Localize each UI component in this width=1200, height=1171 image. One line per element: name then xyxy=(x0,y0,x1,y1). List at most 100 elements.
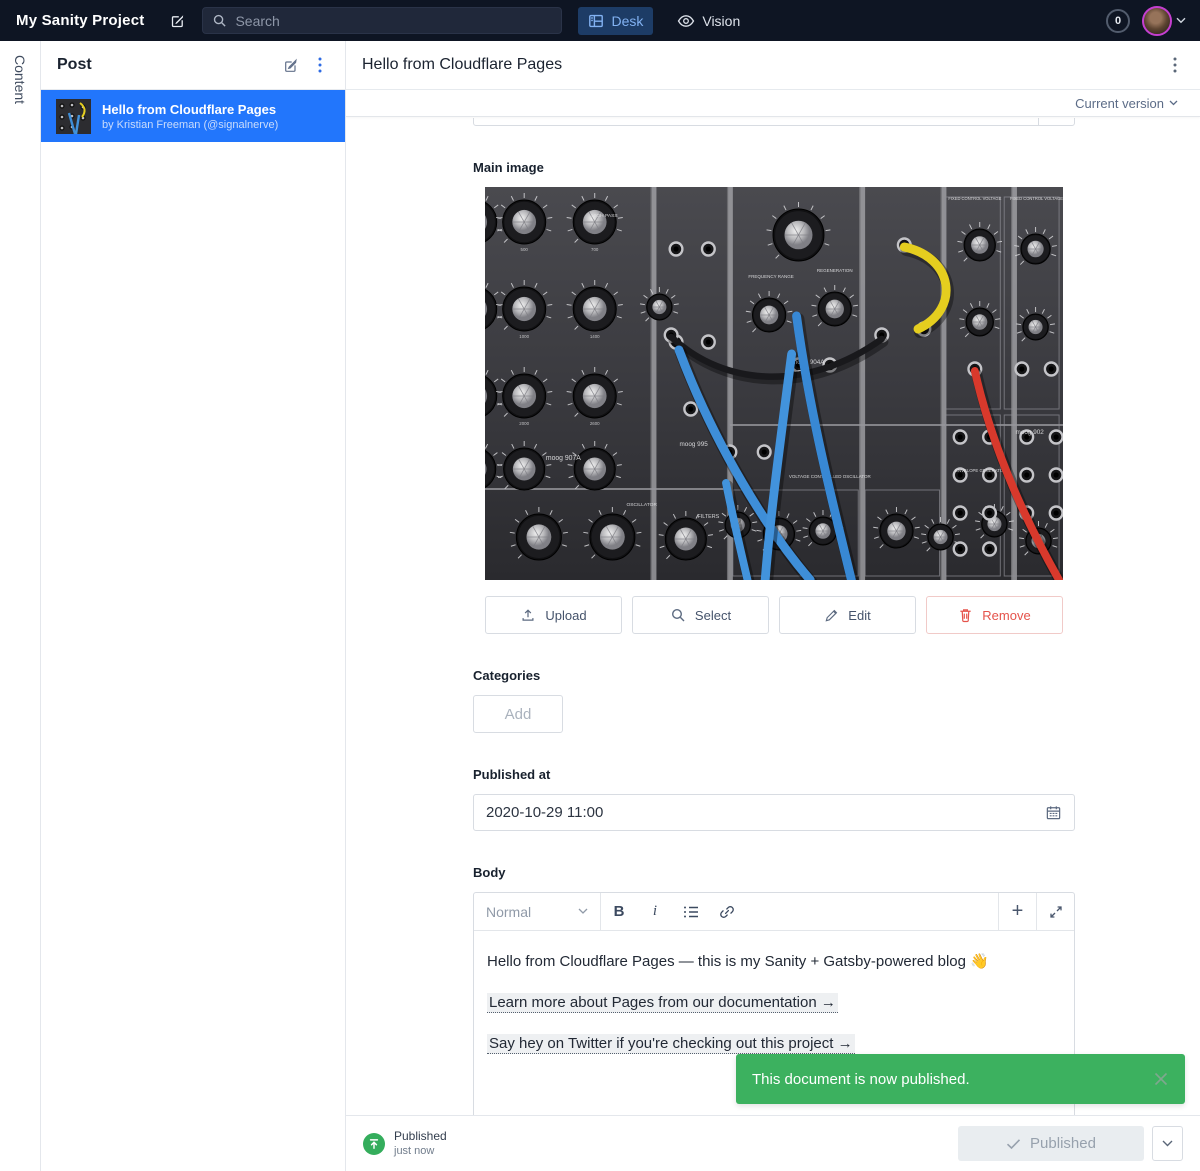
edit-label: Edit xyxy=(848,608,870,623)
svg-text:500: 500 xyxy=(521,247,529,252)
style-select-value: Normal xyxy=(486,904,570,920)
publish-status-title: Published xyxy=(394,1129,447,1144)
svg-text:REGENERATION: REGENERATION xyxy=(817,268,853,273)
expand-icon xyxy=(1049,905,1063,919)
upload-button[interactable]: Upload xyxy=(485,596,622,634)
svg-text:FIXED CONTROL VOLTAGE: FIXED CONTROL VOLTAGE xyxy=(948,196,1001,201)
new-document-button[interactable] xyxy=(162,6,192,36)
chevron-down-icon xyxy=(578,908,588,915)
svg-text:700: 700 xyxy=(591,247,599,252)
svg-text:2000: 2000 xyxy=(519,421,529,426)
svg-text:HIGH PASS: HIGH PASS xyxy=(591,213,618,219)
svg-text:FREQUENCY RANGE: FREQUENCY RANGE xyxy=(748,274,793,279)
compose-icon xyxy=(169,12,186,29)
publish-button-label: Published xyxy=(1030,1135,1096,1152)
svg-text:FIXED CONTROL VOLTAGE: FIXED CONTROL VOLTAGE xyxy=(1010,196,1063,201)
desk-icon xyxy=(588,13,604,29)
project-title: My Sanity Project xyxy=(16,12,144,29)
svg-text:moog 907A: moog 907A xyxy=(546,455,581,462)
document-footer: Published just now Published xyxy=(346,1115,1200,1171)
trash-icon xyxy=(958,607,973,623)
calendar-icon[interactable] xyxy=(1045,804,1062,821)
panel-title: Post xyxy=(57,56,275,74)
pencil-icon xyxy=(824,608,839,623)
published-status-icon xyxy=(363,1133,385,1155)
select-label: Select xyxy=(695,608,731,623)
tab-vision[interactable]: Vision xyxy=(667,7,750,35)
insert-block-button[interactable]: + xyxy=(998,893,1036,930)
version-bar: Current version xyxy=(346,90,1200,117)
body-label: Body xyxy=(473,865,1075,880)
main-image-photo: HIGH PASS FREQUENCY RANGE REGENERATION FIXE… xyxy=(485,187,1063,580)
publish-menu-button[interactable] xyxy=(1152,1126,1183,1161)
categories-label: Categories xyxy=(473,668,1075,683)
body-link-docs[interactable]: Learn more about Pages from our document… xyxy=(487,993,838,1013)
check-icon xyxy=(1006,1138,1021,1150)
svg-text:1000: 1000 xyxy=(519,334,529,339)
create-post-button[interactable] xyxy=(275,50,305,80)
document-pane: Hello from Cloudflare Pages Current vers… xyxy=(346,41,1200,1171)
post-item-subtitle: by Kristian Freeman (@signalnerve) xyxy=(102,118,278,132)
main-image-label: Main image xyxy=(473,160,1075,175)
bullet-list-button[interactable] xyxy=(673,893,709,930)
published-at-value: 2020-10-29 11:00 xyxy=(486,804,1045,821)
upload-label: Upload xyxy=(545,608,586,623)
document-title: Hello from Cloudflare Pages xyxy=(362,56,1160,74)
bold-button[interactable]: B xyxy=(601,893,637,930)
add-category-button[interactable]: Add xyxy=(473,695,563,733)
published-toast: This document is now published. xyxy=(736,1054,1185,1104)
toast-message: This document is now published. xyxy=(752,1071,1153,1088)
notification-badge[interactable]: 0 xyxy=(1106,9,1130,33)
document-menu-kebab-icon[interactable] xyxy=(1160,50,1190,80)
search-icon xyxy=(212,13,227,28)
svg-text:ENVELOPE GENERATOR: ENVELOPE GENERATOR xyxy=(955,468,1006,473)
published-at-input[interactable]: 2020-10-29 11:00 xyxy=(473,794,1075,831)
italic-button[interactable]: i xyxy=(637,893,673,930)
search-input[interactable]: Search xyxy=(202,7,562,34)
expand-editor-button[interactable] xyxy=(1036,893,1074,930)
upload-icon xyxy=(520,607,536,623)
tab-desk[interactable]: Desk xyxy=(578,7,653,35)
published-at-label: Published at xyxy=(473,767,1075,782)
remove-button[interactable]: Remove xyxy=(926,596,1063,634)
bullet-list-icon xyxy=(683,905,700,919)
post-list-header: Post xyxy=(41,41,345,90)
search-icon xyxy=(670,607,686,623)
select-button[interactable]: Select xyxy=(632,596,769,634)
document-form: Main image HIGH PASS FREQUENCY RANGE REGEN… xyxy=(346,118,1200,1115)
svg-text:moog 902: moog 902 xyxy=(1016,429,1045,436)
document-header: Hello from Cloudflare Pages xyxy=(346,41,1200,90)
content-rail[interactable]: Content xyxy=(0,41,41,1171)
slug-field-partial[interactable] xyxy=(473,118,1075,126)
edit-button[interactable]: Edit xyxy=(779,596,916,634)
chevron-down-icon xyxy=(1162,1140,1173,1147)
link-button[interactable] xyxy=(709,893,745,930)
list-menu-kebab-icon[interactable] xyxy=(305,50,335,80)
close-icon[interactable] xyxy=(1153,1071,1169,1087)
user-menu-chevron-icon[interactable] xyxy=(1176,17,1186,24)
body-link-twitter[interactable]: Say hey on Twitter if you're checking ou… xyxy=(487,1034,855,1054)
desk-tab-label: Desk xyxy=(611,13,643,29)
publish-status-time: just now xyxy=(394,1144,447,1158)
top-navbar: My Sanity Project Search Desk xyxy=(0,0,1200,41)
version-select[interactable]: Current version xyxy=(1075,96,1164,111)
version-chevron-icon[interactable] xyxy=(1169,100,1178,106)
post-thumbnail xyxy=(56,99,91,134)
svg-text:OSCILLATOR: OSCILLATOR xyxy=(626,502,657,508)
publish-button-disabled[interactable]: Published xyxy=(958,1126,1144,1161)
eye-icon xyxy=(677,14,695,28)
post-item-title: Hello from Cloudflare Pages xyxy=(102,101,278,118)
editor-toolbar: Normal B i xyxy=(474,893,1074,931)
svg-text:FILTERS: FILTERS xyxy=(697,514,719,520)
body-paragraph: Hello from Cloudflare Pages — this is my… xyxy=(487,951,1061,972)
content-rail-label: Content xyxy=(12,55,28,1171)
style-select[interactable]: Normal xyxy=(474,893,601,930)
link-icon xyxy=(719,904,735,920)
vision-tab-label: Vision xyxy=(702,13,740,29)
svg-text:moog 995: moog 995 xyxy=(680,441,709,448)
avatar[interactable] xyxy=(1142,6,1172,36)
post-list-panel: Post Hello from Cloudflare Pages by Kris… xyxy=(41,41,346,1171)
add-label: Add xyxy=(505,706,532,723)
svg-text:1400: 1400 xyxy=(590,334,600,339)
post-list-item-selected[interactable]: Hello from Cloudflare Pages by Kristian … xyxy=(41,90,345,142)
